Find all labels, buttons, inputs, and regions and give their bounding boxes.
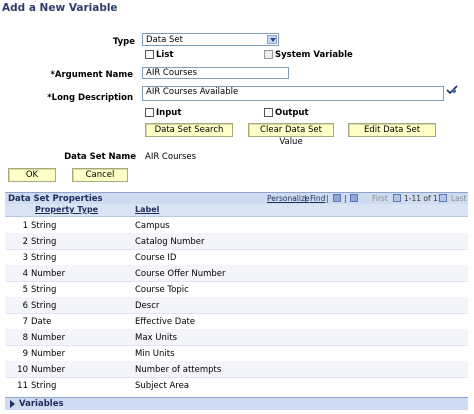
long-description-label: *Long Description bbox=[47, 93, 133, 103]
label-cell: Course ID bbox=[135, 253, 177, 263]
download-icon[interactable] bbox=[350, 194, 358, 202]
table-row: 5 String Course Topic bbox=[5, 281, 468, 297]
table-row: 9 Number Min Units bbox=[5, 345, 468, 361]
type-select[interactable]: Data Set bbox=[142, 33, 279, 46]
first-link[interactable]: First bbox=[372, 194, 388, 203]
data-set-search-button[interactable]: Data Set Search bbox=[145, 123, 233, 137]
table-row: 2 String Catalog Number bbox=[5, 233, 468, 249]
system-variable-label: System Variable bbox=[275, 50, 353, 60]
label-cell: Descr bbox=[135, 301, 160, 311]
argument-name-label: *Argument Name bbox=[50, 70, 133, 80]
output-checkbox[interactable] bbox=[264, 108, 273, 117]
label-cell: Course Offer Number bbox=[135, 269, 226, 279]
property-type-cell: String bbox=[31, 237, 57, 247]
row-number: 10 bbox=[17, 365, 28, 375]
next-arrow-icon[interactable] bbox=[439, 194, 447, 202]
property-type-cell: String bbox=[31, 381, 57, 391]
table-row: 4 Number Course Offer Number bbox=[5, 265, 468, 281]
input-checkbox[interactable] bbox=[145, 108, 154, 117]
label-cell: Min Units bbox=[135, 349, 175, 359]
label-cell: Effective Date bbox=[135, 317, 196, 327]
view-all-icon[interactable] bbox=[333, 194, 341, 202]
type-label: Type bbox=[112, 37, 135, 47]
find-link[interactable]: Find bbox=[310, 194, 325, 203]
property-type-cell: Number bbox=[31, 349, 66, 359]
property-type-cell: Date bbox=[31, 317, 52, 327]
row-number: 8 bbox=[22, 333, 28, 343]
row-number: 9 bbox=[22, 349, 28, 359]
table-row: 6 String Descr bbox=[5, 297, 468, 313]
cancel-button[interactable]: Cancel bbox=[72, 168, 128, 182]
property-type-cell: String bbox=[31, 285, 57, 295]
property-type-cell: Number bbox=[31, 269, 66, 279]
label-cell: Catalog Number bbox=[135, 237, 205, 247]
spellcheck-icon[interactable] bbox=[446, 85, 458, 95]
grid-column-headers: Property Type Label bbox=[5, 204, 468, 217]
label-cell: Subject Area bbox=[135, 381, 190, 391]
property-type-cell: Number bbox=[31, 333, 66, 343]
last-link[interactable]: Last bbox=[451, 194, 467, 203]
column-header-property-type[interactable]: Property Type bbox=[35, 205, 98, 214]
column-header-label[interactable]: Label bbox=[135, 205, 159, 214]
property-type-cell: Number bbox=[31, 365, 66, 375]
row-number: 5 bbox=[22, 285, 28, 295]
row-number: 11 bbox=[17, 381, 28, 391]
input-label: Input bbox=[156, 108, 182, 118]
long-description-input[interactable]: AIR Courses Available bbox=[142, 86, 444, 101]
page-title: Add a New Variable bbox=[2, 2, 118, 14]
property-type-cell: String bbox=[31, 301, 57, 311]
nav-separator: | bbox=[304, 194, 307, 203]
row-number: 7 bbox=[22, 317, 28, 327]
data-set-name-label: Data Set Name bbox=[64, 152, 136, 162]
output-label: Output bbox=[275, 108, 309, 118]
property-type-cell: String bbox=[31, 253, 57, 263]
label-cell: Course Topic bbox=[135, 285, 189, 295]
data-set-name-value: AIR Courses bbox=[145, 152, 197, 162]
nav-separator: | bbox=[326, 194, 329, 203]
table-row: 8 Number Max Units bbox=[5, 329, 468, 345]
system-variable-checkbox[interactable] bbox=[264, 50, 273, 59]
prev-arrow-icon[interactable] bbox=[393, 194, 401, 202]
table-row: 10 Number Number of attempts bbox=[5, 361, 468, 377]
type-select-value: Data Set bbox=[146, 35, 183, 45]
edit-data-set-button[interactable]: Edit Data Set bbox=[348, 123, 436, 137]
row-number: 2 bbox=[22, 237, 28, 247]
label-cell: Number of attempts bbox=[135, 365, 222, 375]
chevron-down-icon[interactable] bbox=[267, 35, 277, 44]
clear-data-set-value-button[interactable]: Clear Data Set Value bbox=[248, 123, 334, 147]
nav-separator: | bbox=[344, 194, 347, 203]
table-row: 3 String Course ID bbox=[5, 249, 468, 265]
table-row: 11 String Subject Area bbox=[5, 377, 468, 393]
argument-name-input[interactable]: AIR Courses bbox=[142, 67, 289, 79]
ok-button[interactable]: OK bbox=[8, 168, 56, 182]
label-cell: Campus bbox=[135, 221, 170, 231]
table-row: 7 Date Effective Date bbox=[5, 313, 468, 329]
row-number: 6 bbox=[22, 301, 28, 311]
table-row: 1 String Campus bbox=[5, 217, 468, 233]
expand-arrow-icon[interactable] bbox=[10, 400, 15, 408]
property-type-cell: String bbox=[31, 221, 57, 231]
row-range: 1-11 of 11 bbox=[404, 194, 443, 203]
label-cell: Max Units bbox=[135, 333, 178, 343]
row-number: 4 bbox=[22, 269, 28, 279]
list-label: List bbox=[156, 50, 174, 60]
variables-label[interactable]: Variables bbox=[19, 399, 64, 409]
row-number: 1 bbox=[22, 221, 28, 231]
grid-title: Data Set Properties bbox=[8, 194, 103, 204]
row-number: 3 bbox=[22, 253, 28, 263]
list-checkbox[interactable] bbox=[145, 50, 154, 59]
variables-section-header[interactable]: Variables bbox=[5, 397, 468, 410]
